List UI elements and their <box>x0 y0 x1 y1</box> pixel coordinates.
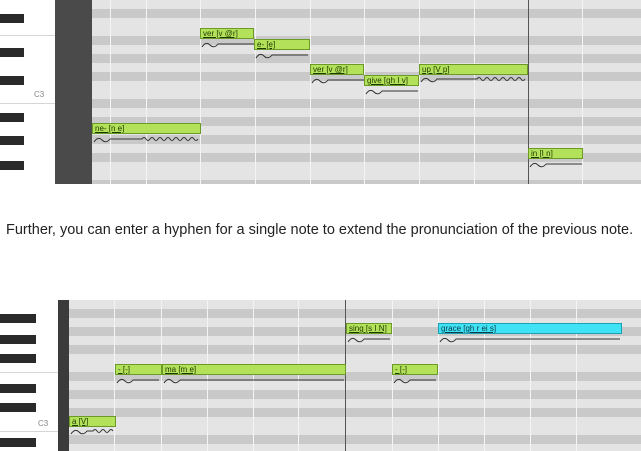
piano-roll-editor-1[interactable]: C3 ver [v @r] e- [e] ver [v @r] give [gh… <box>0 0 641 184</box>
note-lyric: up [V p] <box>422 65 450 74</box>
grid-row <box>69 408 641 417</box>
beat-line <box>110 0 111 184</box>
black-key[interactable] <box>0 354 36 363</box>
pitch-curve <box>70 429 114 435</box>
octave-label-c3: C3 <box>38 419 49 428</box>
white-key-divider <box>0 35 55 36</box>
note-lyric: ma [m e] <box>165 365 197 374</box>
black-key[interactable] <box>0 76 24 85</box>
grid-row <box>92 54 641 63</box>
note-block[interactable]: - [-] <box>115 364 162 375</box>
beat-line <box>474 0 475 184</box>
grid-row <box>92 18 641 27</box>
black-key[interactable] <box>0 438 36 447</box>
black-key[interactable] <box>0 113 24 122</box>
pitch-curve <box>529 162 582 168</box>
note-lyric: grace [gh r ei s] <box>441 324 497 333</box>
note-lyric: - [-] <box>395 365 407 374</box>
piano-keyboard[interactable]: C3 <box>0 300 59 451</box>
note-lyric: ver [v @r] <box>313 65 348 74</box>
keyboard-divider-strip <box>55 0 92 184</box>
beat-line <box>255 0 256 184</box>
grid-row <box>92 171 641 180</box>
grid-row <box>69 390 641 399</box>
black-key[interactable] <box>0 335 36 344</box>
note-block[interactable]: ma [m e] <box>162 364 346 375</box>
black-key[interactable] <box>0 384 36 393</box>
pitch-curve <box>365 89 418 95</box>
grid-row <box>69 417 641 426</box>
grid-row <box>92 9 641 18</box>
grid-row <box>69 300 641 309</box>
note-lyric: in [I n] <box>531 149 553 158</box>
note-lyric: give [gh I v] <box>367 76 408 85</box>
note-block[interactable]: ver [v @r] <box>310 64 364 75</box>
black-key[interactable] <box>0 314 36 323</box>
black-key[interactable] <box>0 161 24 170</box>
black-key[interactable] <box>0 136 24 145</box>
note-block-selected[interactable]: grace [gh r ei s] <box>438 323 622 334</box>
note-block[interactable]: ver [v @r] <box>200 28 254 39</box>
note-lyric: sing [s I N] <box>349 324 387 333</box>
pitch-curve <box>93 137 199 143</box>
black-key[interactable] <box>0 14 24 23</box>
grid-row <box>92 63 641 72</box>
note-block[interactable]: in [I n] <box>528 148 583 159</box>
pitch-curve <box>439 337 620 343</box>
note-block[interactable]: give [gh I v] <box>364 75 419 86</box>
octave-label-c3: C3 <box>34 90 45 99</box>
note-lyric: ver [v @r] <box>203 29 238 38</box>
piano-roll-editor-2[interactable]: C3 sing [s I N] grace [gh r ei s] - [-] … <box>0 300 641 451</box>
grid-row <box>92 0 641 9</box>
note-block[interactable]: ne- [n e] <box>92 123 201 134</box>
grid-row <box>92 27 641 36</box>
beat-line <box>310 0 311 184</box>
piano-keyboard[interactable]: C3 <box>0 0 56 184</box>
white-key-divider <box>0 103 55 104</box>
grid-row <box>92 45 641 54</box>
grid-row <box>92 180 641 184</box>
white-key-divider <box>0 372 58 373</box>
note-lyric: a [V] <box>72 417 89 426</box>
caption-text: Further, you can enter a hyphen for a si… <box>6 222 634 238</box>
pitch-curve <box>201 42 254 48</box>
grid-row <box>69 345 641 354</box>
grid-row <box>92 36 641 45</box>
keyboard-divider-strip <box>58 300 69 451</box>
grid-row <box>69 444 641 451</box>
grid-row <box>69 426 641 435</box>
grid-row <box>69 354 641 363</box>
pitch-curve <box>116 378 159 384</box>
note-block[interactable]: sing [s I N] <box>346 323 392 334</box>
black-key[interactable] <box>0 48 24 57</box>
note-lyric: e- [e] <box>257 40 276 49</box>
note-block[interactable]: e- [e] <box>254 39 310 50</box>
beat-line <box>146 0 147 184</box>
pitch-curve <box>420 77 526 83</box>
pitch-curve <box>311 78 364 84</box>
note-lyric: - [-] <box>118 365 130 374</box>
pitch-curve <box>255 53 308 59</box>
grid-row <box>69 399 641 408</box>
pitch-curve <box>393 378 436 384</box>
grid-row <box>69 309 641 318</box>
pitch-curve <box>347 337 390 343</box>
black-key[interactable] <box>0 403 36 412</box>
white-key-divider <box>0 431 58 432</box>
grid-row <box>92 108 641 117</box>
note-lyric: ne- [n e] <box>95 124 125 133</box>
pitch-curve <box>163 378 344 384</box>
grid-row <box>92 99 641 108</box>
note-block[interactable]: - [-] <box>392 364 438 375</box>
grid-row <box>69 435 641 444</box>
